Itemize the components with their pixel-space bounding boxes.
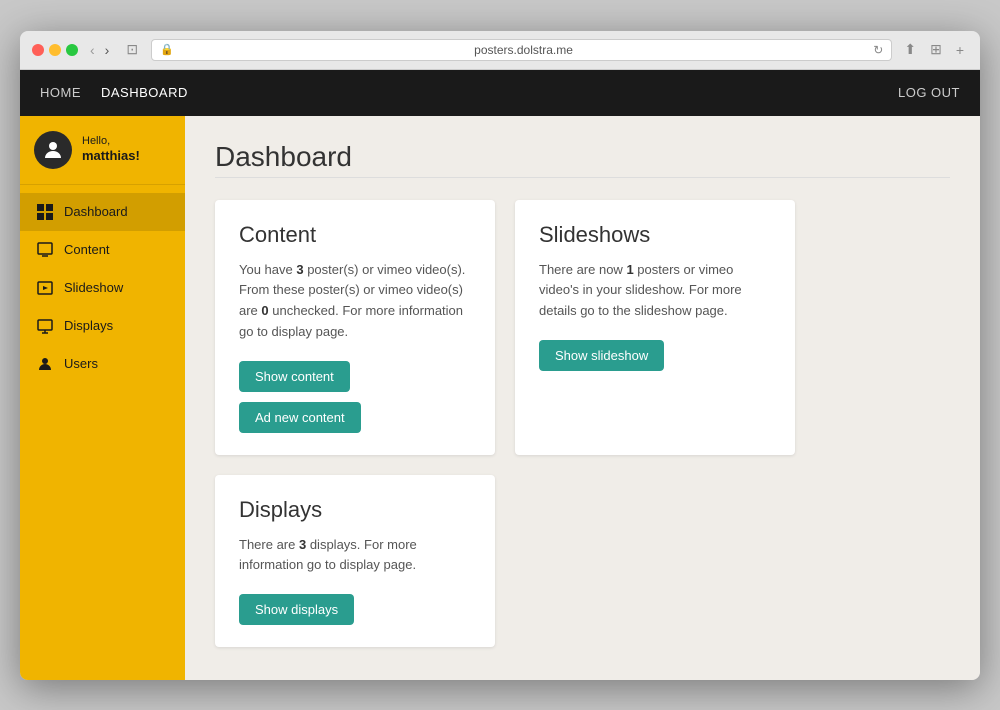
sidebar-item-slideshow[interactable]: Slideshow: [20, 269, 185, 307]
content-text-prefix: You have: [239, 262, 296, 277]
users-icon: [36, 355, 54, 373]
content-icon: [36, 241, 54, 259]
sidebar-item-users[interactable]: Users: [20, 345, 185, 383]
url-text: posters.dolstra.me: [179, 43, 869, 57]
sidebar-item-content[interactable]: Content: [20, 231, 185, 269]
nav-dashboard[interactable]: DASHBOARD: [101, 71, 188, 114]
browser-window: ‹ › ⊡ 🔒 posters.dolstra.me ↻ ⬆ ⊞ + HOME …: [20, 31, 980, 680]
top-nav: HOME DASHBOARD LOG OUT: [20, 70, 980, 116]
sidebar: Hello, matthias! Dashboard: [20, 116, 185, 680]
displays-card-actions: Show displays: [239, 594, 471, 625]
title-divider: [215, 177, 950, 178]
browser-chrome: ‹ › ⊡ 🔒 posters.dolstra.me ↻ ⬆ ⊞ +: [20, 31, 980, 70]
slideshows-card-title: Slideshows: [539, 222, 771, 248]
content-count-unchecked: 0: [261, 303, 268, 318]
show-slideshow-button[interactable]: Show slideshow: [539, 340, 664, 371]
top-nav-left: HOME DASHBOARD: [40, 71, 188, 114]
sidebar-item-content-label: Content: [64, 242, 110, 257]
sidebar-item-slideshow-label: Slideshow: [64, 280, 123, 295]
sidebar-item-dashboard[interactable]: Dashboard: [20, 193, 185, 231]
displays-card-text: There are 3 displays. For more informati…: [239, 535, 471, 577]
sidebar-item-displays-label: Displays: [64, 318, 113, 333]
show-content-button[interactable]: Show content: [239, 361, 350, 392]
user-info: Hello, matthias!: [82, 134, 140, 165]
sidebar-nav: Dashboard Content Slideshow: [20, 185, 185, 383]
main-layout: Hello, matthias! Dashboard: [20, 116, 980, 680]
app: HOME DASHBOARD LOG OUT Hel: [20, 70, 980, 680]
content-card-text: You have 3 poster(s) or vimeo video(s). …: [239, 260, 471, 343]
maximize-button[interactable]: [66, 44, 78, 56]
sidebar-item-dashboard-label: Dashboard: [64, 204, 128, 219]
slideshows-text-prefix: There are now: [539, 262, 626, 277]
page-title: Dashboard: [215, 141, 950, 173]
content-card-title: Content: [239, 222, 471, 248]
browser-actions: ⬆ ⊞ +: [900, 39, 968, 60]
displays-card: Displays There are 3 displays. For more …: [215, 475, 495, 648]
slideshows-card-text: There are now 1 posters or vimeo video's…: [539, 260, 771, 322]
displays-icon: [36, 317, 54, 335]
user-greeting: Hello,: [82, 134, 140, 148]
content-card-actions: Show content Ad new content: [239, 361, 471, 433]
content-card: Content You have 3 poster(s) or vimeo vi…: [215, 200, 495, 455]
user-name: matthias!: [82, 148, 140, 165]
reload-button[interactable]: ↻: [873, 43, 883, 57]
show-displays-button[interactable]: Show displays: [239, 594, 354, 625]
displays-card-title: Displays: [239, 497, 471, 523]
close-button[interactable]: [32, 44, 44, 56]
browser-toolbar: ‹ › ⊡ 🔒 posters.dolstra.me ↻ ⬆ ⊞ +: [32, 39, 968, 69]
traffic-lights: [32, 44, 78, 56]
slideshows-card: Slideshows There are now 1 posters or vi…: [515, 200, 795, 455]
slideshows-count: 1: [626, 262, 633, 277]
sidebar-item-users-label: Users: [64, 356, 98, 371]
address-bar[interactable]: 🔒 posters.dolstra.me ↻: [151, 39, 892, 61]
content-text-suffix: unchecked. For more information go to di…: [239, 303, 463, 339]
user-avatar-icon: [41, 138, 65, 162]
slideshow-icon: [36, 279, 54, 297]
content-count-posters: 3: [296, 262, 303, 277]
forward-button[interactable]: ›: [101, 40, 114, 60]
sidebar-item-displays[interactable]: Displays: [20, 307, 185, 345]
logout-button[interactable]: LOG OUT: [898, 85, 960, 100]
window-view-button[interactable]: ⊡: [121, 39, 143, 60]
slideshows-card-actions: Show slideshow: [539, 340, 771, 371]
nav-buttons: ‹ ›: [86, 40, 113, 60]
back-button[interactable]: ‹: [86, 40, 99, 60]
lock-icon: 🔒: [160, 43, 174, 56]
add-tab-button[interactable]: ⊞: [926, 39, 946, 60]
cards-row-2: Displays There are 3 displays. For more …: [215, 475, 950, 648]
minimize-button[interactable]: [49, 44, 61, 56]
new-tab-button[interactable]: +: [952, 39, 968, 60]
avatar: [34, 131, 72, 169]
nav-home[interactable]: HOME: [40, 71, 81, 114]
content-area: Dashboard Content You have 3 poster(s) o…: [185, 116, 980, 680]
add-content-button[interactable]: Ad new content: [239, 402, 361, 433]
dashboard-icon: [36, 203, 54, 221]
cards-row-1: Content You have 3 poster(s) or vimeo vi…: [215, 200, 950, 455]
sidebar-user: Hello, matthias!: [20, 116, 185, 185]
share-button[interactable]: ⬆: [900, 39, 920, 60]
displays-text-prefix: There are: [239, 537, 299, 552]
